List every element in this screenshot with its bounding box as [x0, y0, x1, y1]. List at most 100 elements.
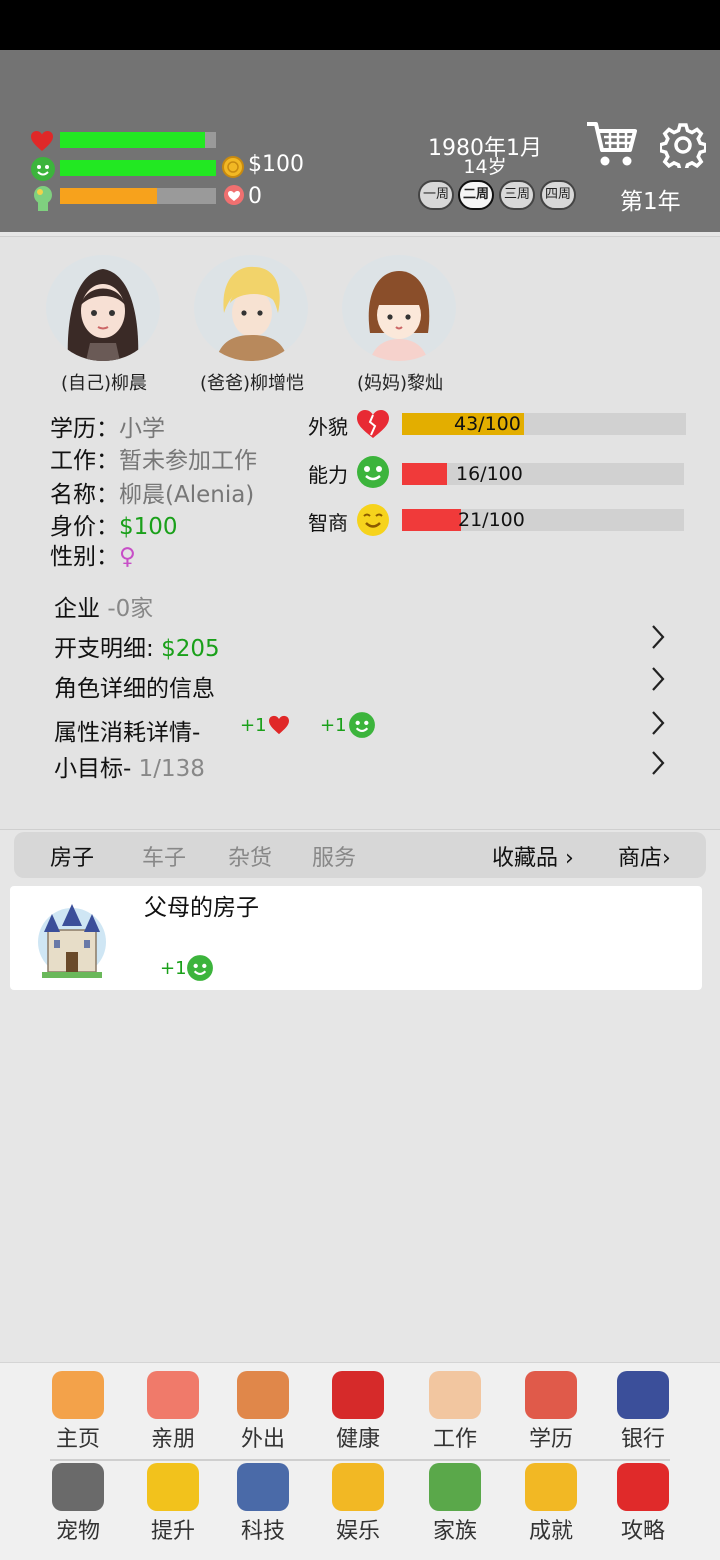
- consume-chevron-icon[interactable]: [650, 709, 666, 744]
- father-avatar[interactable]: [194, 255, 308, 361]
- red-cross-icon: [332, 1371, 384, 1419]
- cart-icon[interactable]: [584, 118, 638, 174]
- nav-label: 外出: [240, 1427, 285, 1452]
- stress-bar: [60, 188, 216, 204]
- nav-item-6[interactable]: 银行: [598, 1371, 688, 1453]
- age-label: 14岁: [463, 156, 507, 178]
- collection-chevron-icon: ›: [558, 846, 574, 871]
- goal-value: 1/138: [138, 756, 205, 782]
- house-bonus-face-icon: [186, 954, 214, 986]
- tab-service[interactable]: 服务: [312, 840, 356, 872]
- nav-item-11[interactable]: 家族: [410, 1463, 500, 1545]
- gear-icon[interactable]: [658, 122, 708, 173]
- goal-label: 小目标-: [54, 756, 132, 782]
- education-value: 小学: [119, 416, 165, 442]
- shop-chevron-icon: ›: [662, 846, 671, 871]
- gender-row: 性别：♀: [50, 537, 136, 571]
- house-bonus-value: +1: [160, 958, 187, 979]
- self-avatar[interactable]: [46, 255, 160, 361]
- character-detail-row[interactable]: 角色详细的信息: [54, 669, 674, 703]
- gender-label: 性别：: [50, 544, 119, 570]
- nav-label: 亲朋: [150, 1427, 195, 1452]
- expense-chevron-icon[interactable]: [650, 623, 666, 658]
- house-card-title: 父母的房子: [144, 895, 259, 921]
- character-panel: (自己)柳晨 (爸爸)柳增恺 (妈妈)黎灿 学历：小学 工作：暂未参加工作 名称…: [0, 236, 720, 830]
- consume-label: 属性消耗详情-: [54, 720, 201, 746]
- expense-row[interactable]: 开支明细: $205: [54, 629, 674, 663]
- coin-icon: [222, 156, 244, 182]
- tab-shop[interactable]: 商店›: [618, 840, 671, 872]
- nav-item-3[interactable]: 健康: [313, 1371, 403, 1453]
- house-card[interactable]: 父母的房子 +1: [10, 886, 702, 990]
- nav-label: 科技: [240, 1519, 285, 1544]
- ability-label: 能力: [308, 463, 348, 487]
- appearance-bar: 43/100: [402, 413, 686, 435]
- week-4-button[interactable]: 四周: [540, 180, 576, 210]
- nav-label: 成就: [528, 1519, 573, 1544]
- consume-health-value: +1: [240, 715, 267, 736]
- week-3-button[interactable]: 三周: [499, 180, 535, 210]
- ability-bar: 16/100: [402, 463, 684, 485]
- education-label: 学历：: [50, 416, 119, 442]
- hearts-value: 0: [248, 184, 262, 209]
- small-heart-icon: [268, 715, 290, 739]
- tab-collection[interactable]: 收藏品 ›: [492, 840, 574, 872]
- goal-chevron-icon[interactable]: [650, 749, 666, 784]
- nav-item-8[interactable]: 提升: [128, 1463, 218, 1545]
- work-row: 工作：暂未参加工作: [50, 441, 257, 475]
- status-bar: [0, 0, 720, 50]
- nav-item-7[interactable]: 宠物: [33, 1463, 123, 1545]
- work-value: 暂未参加工作: [119, 448, 257, 474]
- female-icon: ♀: [119, 544, 136, 570]
- happy-face-icon: [30, 156, 56, 186]
- consume-row[interactable]: 属性消耗详情-: [54, 713, 200, 747]
- mother-avatar[interactable]: [342, 255, 456, 361]
- worker-icon: [429, 1371, 481, 1419]
- study-icon: [525, 1371, 577, 1419]
- nav-item-10[interactable]: 娱乐: [313, 1463, 403, 1545]
- year-label: 第1年: [620, 189, 681, 215]
- company-value: -0家: [107, 596, 154, 622]
- nav-item-4[interactable]: 工作: [410, 1371, 500, 1453]
- castle-icon: [34, 896, 110, 988]
- father-avatar-label: (爸爸)柳增恺: [199, 373, 305, 394]
- home-icon: [52, 1371, 104, 1419]
- nav-item-1[interactable]: 亲朋: [128, 1371, 218, 1453]
- education-row: 学历：小学: [50, 409, 165, 443]
- tips-icon: [617, 1463, 669, 1511]
- nav-item-13[interactable]: 攻略: [598, 1463, 688, 1545]
- name-value: 柳晨(Alenia): [119, 482, 255, 508]
- nav-item-9[interactable]: 科技: [218, 1463, 308, 1545]
- company-label: 企业: [54, 596, 100, 622]
- handshake-icon: [147, 1371, 199, 1419]
- nav-label: 攻略: [620, 1519, 665, 1544]
- tent-icon: [237, 1371, 289, 1419]
- nav-label: 家族: [432, 1519, 477, 1544]
- nav-label: 主页: [55, 1427, 100, 1452]
- nav-item-0[interactable]: 主页: [33, 1371, 123, 1453]
- nav-item-5[interactable]: 学历: [506, 1371, 596, 1453]
- week-2-button[interactable]: 二周: [458, 180, 494, 210]
- detail-chevron-icon[interactable]: [650, 665, 666, 700]
- name-label: 名称：: [50, 482, 119, 508]
- tab-car[interactable]: 车子: [142, 840, 186, 872]
- tab-house[interactable]: 房子: [50, 840, 94, 872]
- nav-divider: [50, 1459, 670, 1461]
- bottom-nav: 主页 亲朋 外出 健康 工作 学历 银行宠物 提升 科技 娱乐 家族 成就 攻略: [0, 1362, 720, 1560]
- nav-item-2[interactable]: 外出: [218, 1371, 308, 1453]
- name-row: 名称：柳晨(Alenia): [50, 475, 254, 509]
- nav-label: 学历: [528, 1427, 573, 1452]
- nav-item-12[interactable]: 成就: [506, 1463, 596, 1545]
- stats-header: $100 0 1980年1月 14岁 一周 二周 三周 四周 第1年: [0, 50, 720, 232]
- week-1-button[interactable]: 一周: [418, 180, 454, 210]
- broken-heart-icon: [356, 409, 390, 443]
- trophy-icon: [525, 1463, 577, 1511]
- nav-label: 工作: [432, 1427, 477, 1452]
- bank-icon: [617, 1371, 669, 1419]
- iq-bar: 21/100: [402, 509, 684, 531]
- goal-row[interactable]: 小目标- 1/138: [54, 749, 205, 783]
- nav-label: 提升: [150, 1519, 195, 1544]
- love-icon: [222, 184, 246, 210]
- iq-value: 21/100: [458, 509, 525, 531]
- tab-misc[interactable]: 杂货: [228, 840, 272, 872]
